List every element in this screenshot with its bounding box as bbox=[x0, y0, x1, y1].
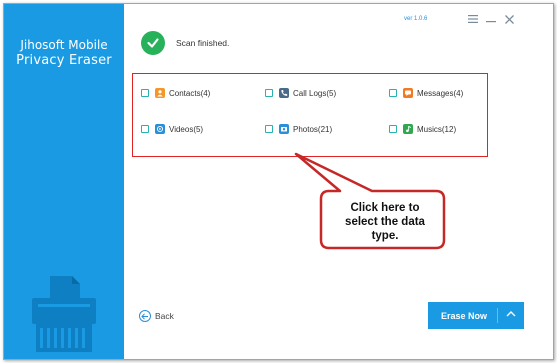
callout-line3: type. bbox=[371, 230, 399, 242]
callout-line1: Click here to bbox=[350, 202, 420, 214]
button-divider bbox=[497, 308, 498, 323]
back-arrow-icon bbox=[139, 310, 151, 322]
erase-now-button[interactable]: Erase Now bbox=[428, 302, 524, 329]
app-window: Jihosoft Mobile Privacy Eraser ver 1.0.6… bbox=[3, 3, 554, 360]
back-button[interactable]: Back bbox=[139, 310, 174, 322]
callout-line2: select the data bbox=[345, 216, 425, 228]
back-label: Back bbox=[155, 311, 174, 321]
erase-now-label: Erase Now bbox=[441, 310, 488, 321]
callout-text: Click here to select the data type. bbox=[330, 201, 440, 243]
chevron-up-icon[interactable] bbox=[506, 310, 516, 318]
